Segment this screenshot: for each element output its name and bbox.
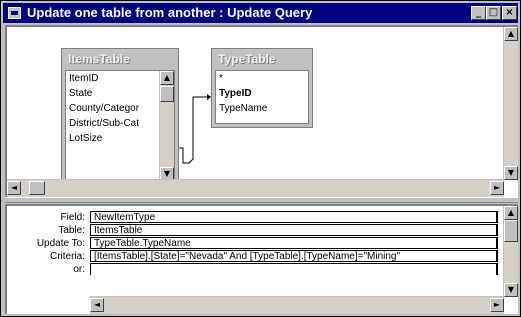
scroll-thumb[interactable] (29, 181, 45, 195)
row-label-criteria: Criteria: (49, 251, 85, 262)
field-cell[interactable]: NewItemType (90, 211, 498, 223)
row-label-table: Table: (58, 225, 85, 236)
row-label-or: or: (73, 264, 85, 275)
window-title: Update one table from another : Update Q… (27, 5, 313, 20)
table-cell[interactable]: ItemsTable (90, 224, 498, 236)
scroll-right-arrow-icon[interactable]: ► (490, 298, 504, 312)
design-grid: NewItemType ItemsTable TypeTable.TypeNam… (90, 211, 500, 291)
scroll-thumb[interactable] (504, 220, 518, 242)
pane-splitter[interactable] (5, 197, 518, 203)
scroll-up-arrow-icon[interactable]: ▲ (504, 27, 518, 41)
title-bar[interactable]: Update one table from another : Update Q… (3, 3, 518, 23)
table-pane: ItemsTable ItemID State County/Categor D… (5, 25, 518, 197)
or-cell[interactable] (90, 263, 498, 275)
grid-vscrollbar[interactable]: ▲ ▼ (503, 206, 518, 297)
row-label-update-to: Update To: (36, 238, 85, 249)
grid-hscrollbar[interactable]: ◄ ► (90, 296, 504, 314)
query-design-window: Update one table from another : Update Q… (0, 0, 521, 317)
minimize-button[interactable]: _ (471, 6, 486, 20)
close-button[interactable]: × (502, 6, 517, 20)
scroll-left-arrow-icon[interactable]: ◄ (7, 181, 21, 195)
criteria-cell[interactable]: [ItemsTable].[State]="Nevada" And [TypeT… (90, 250, 498, 262)
row-label-field: Field: (60, 212, 85, 223)
scroll-left-arrow-icon[interactable]: ◄ (90, 298, 104, 312)
scroll-down-arrow-icon[interactable]: ▼ (504, 166, 518, 180)
query-window-icon[interactable] (8, 7, 21, 19)
join-line[interactable] (7, 27, 516, 197)
scroll-right-arrow-icon[interactable]: ► (490, 181, 504, 195)
update-to-cell[interactable]: TypeTable.TypeName (90, 237, 498, 249)
scroll-down-arrow-icon[interactable]: ▼ (504, 283, 518, 297)
scroll-up-arrow-icon[interactable]: ▲ (504, 206, 518, 220)
maximize-button[interactable]: □ (486, 6, 501, 20)
table-pane-vscrollbar[interactable]: ▲ ▼ (503, 27, 518, 180)
design-grid-pane: Field: Table: Update To: Criteria: or: N… (5, 204, 518, 314)
table-pane-hscrollbar[interactable]: ◄ ► (7, 179, 504, 197)
